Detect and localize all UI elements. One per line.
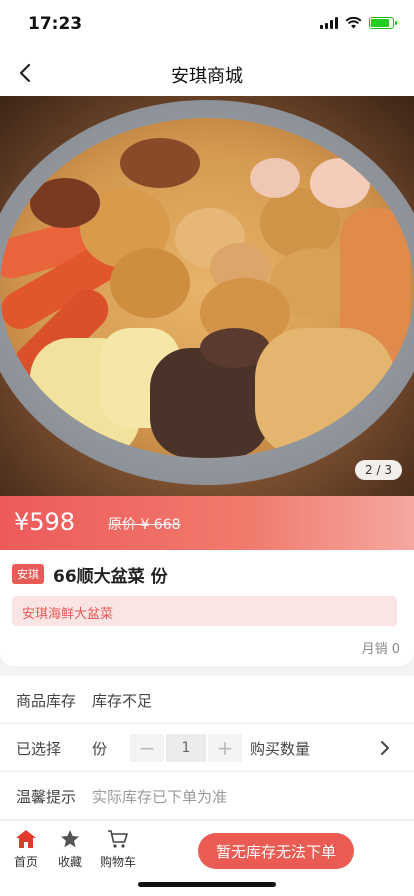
selected-spec: 份	[92, 740, 108, 758]
page-title: 安琪商城	[171, 66, 243, 87]
original-price: 原价 ¥ 668	[108, 517, 181, 533]
stock-value: 库存不足	[92, 692, 153, 710]
home-icon	[16, 830, 36, 848]
detail-rows: 商品库存 库存不足 已选择 份 − 1 + 购买数量 温馨提示 实际库存已下单为…	[0, 676, 414, 820]
product-title: 66顺大盆菜 份	[53, 567, 168, 587]
tab-favorites[interactable]: 收藏	[46, 829, 94, 870]
chevron-right-icon[interactable]	[376, 739, 394, 757]
decrement-button[interactable]: −	[130, 734, 164, 762]
cart-icon	[108, 830, 128, 848]
tip-row: 温馨提示 实际库存已下单为准	[0, 772, 414, 820]
wifi-icon	[345, 17, 362, 29]
stock-row: 商品库存 库存不足	[0, 676, 414, 724]
shop-tag-badge: 安琪	[12, 564, 44, 584]
tab-home[interactable]: 首页	[2, 829, 50, 870]
status-bar: 17:23	[0, 0, 414, 50]
product-image-carousel[interactable]: 2 / 3	[0, 96, 414, 496]
status-icons	[320, 17, 397, 29]
tab-home-label: 首页	[13, 855, 38, 869]
home-indicator	[138, 882, 276, 887]
nav-bar: 安琪商城	[0, 50, 414, 96]
tab-cart[interactable]: 购物车	[92, 829, 144, 870]
product-description: 安琪海鲜大盆菜	[12, 596, 397, 626]
quantity-label: 购买数量	[250, 740, 311, 758]
battery-icon	[369, 17, 397, 29]
quantity-stepper[interactable]: − 1 +	[130, 734, 242, 762]
selected-row[interactable]: 已选择 份 − 1 + 购买数量	[0, 724, 414, 772]
tab-favorites-label: 收藏	[57, 855, 82, 869]
tab-cart-label: 购物车	[99, 855, 136, 869]
current-price: ¥598	[14, 508, 76, 536]
increment-button[interactable]: +	[208, 734, 242, 762]
tip-label: 温馨提示	[16, 788, 77, 806]
stock-label: 商品库存	[16, 692, 77, 710]
quantity-value[interactable]: 1	[166, 734, 206, 762]
out-of-stock-button[interactable]: 暂无库存无法下单	[198, 833, 354, 869]
product-photo-food	[0, 118, 414, 458]
product-info-card: 安琪 66顺大盆菜 份 安琪海鲜大盆菜 月销 0	[0, 550, 414, 666]
monthly-sales: 月销 0	[361, 642, 400, 657]
signal-icon	[320, 17, 338, 29]
tip-value: 实际库存已下单为准	[92, 788, 228, 806]
carousel-page-indicator: 2 / 3	[355, 460, 402, 480]
star-icon	[61, 830, 79, 848]
status-time: 17:23	[28, 14, 83, 34]
selected-label: 已选择	[16, 740, 62, 758]
price-banner: ¥598 原价 ¥ 668	[0, 496, 414, 550]
